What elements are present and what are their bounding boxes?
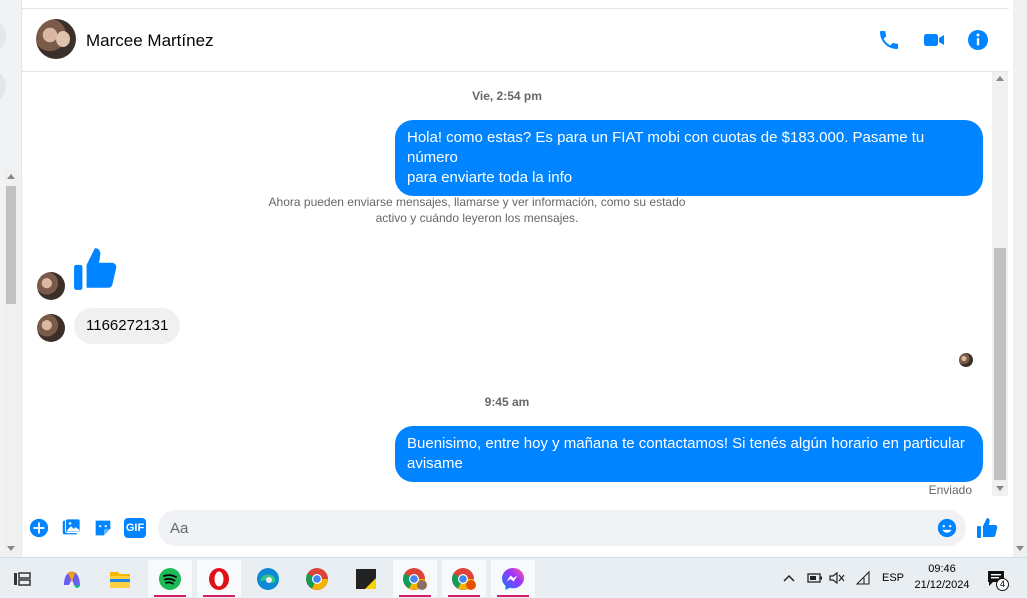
- timestamp: 9:45 am: [484, 395, 530, 409]
- spotify-icon[interactable]: [148, 560, 192, 597]
- conversation-avatar[interactable]: [0, 22, 6, 50]
- notification-center-button[interactable]: 4: [986, 568, 1009, 591]
- conversation-list-scrollbar[interactable]: [4, 170, 18, 556]
- contact-avatar[interactable]: [36, 19, 76, 59]
- message-line: para enviarte toda la info: [407, 169, 573, 186]
- system-notice-line: Ahora pueden enviarse mensajes, llamarse…: [268, 195, 686, 209]
- message-input[interactable]: [170, 510, 930, 546]
- contact-avatar-small[interactable]: [37, 272, 65, 300]
- composer-bar: GIF: [22, 502, 1009, 556]
- contact-name[interactable]: Marcee Martínez: [86, 31, 214, 51]
- conversation-list-edge: [0, 0, 22, 557]
- scroll-thumb[interactable]: [994, 248, 1006, 480]
- edge-icon[interactable]: [246, 560, 290, 597]
- system-clock[interactable]: 09:46 21/12/2024: [906, 561, 978, 593]
- image-icon[interactable]: [60, 517, 82, 539]
- scroll-down-arrow[interactable]: [7, 546, 15, 551]
- message-line: Buenisimo, entre hoy y mañana te contact…: [407, 435, 965, 452]
- active-indicator: [154, 595, 186, 597]
- network-icon[interactable]: [855, 571, 871, 585]
- chat-header: Marcee Martínez: [22, 8, 1009, 72]
- contact-avatar-small[interactable]: [37, 314, 65, 342]
- page-scrollbar[interactable]: [1013, 0, 1027, 557]
- chrome-icon[interactable]: [295, 560, 339, 597]
- chrome-profile-1-icon[interactable]: [393, 560, 437, 597]
- timestamp: Vie, 2:54 pm: [472, 89, 542, 103]
- outgoing-message[interactable]: Buenisimo, entre hoy y mañana te contact…: [395, 426, 983, 482]
- message-line: avisame: [407, 455, 463, 472]
- video-camera-icon[interactable]: [922, 28, 946, 52]
- system-notice: Ahora pueden enviarse mensajes, llamarse…: [0, 194, 962, 226]
- task-view-icon[interactable]: [0, 560, 44, 597]
- battery-icon[interactable]: [805, 571, 823, 585]
- outgoing-message[interactable]: Hola! como estas? Es para un FIAT mobi c…: [395, 120, 983, 196]
- active-indicator: [203, 595, 235, 597]
- incoming-message[interactable]: 1166272131: [74, 308, 181, 344]
- messenger-icon[interactable]: [491, 560, 535, 597]
- emoji-icon[interactable]: [936, 517, 958, 539]
- notification-count-badge: 4: [996, 578, 1009, 591]
- show-hidden-icons-chevron-icon[interactable]: [782, 572, 796, 584]
- volume-muted-icon[interactable]: [828, 571, 846, 585]
- sent-status: Enviado: [928, 483, 972, 497]
- gif-button[interactable]: GIF: [124, 518, 146, 538]
- windows-taskbar: ESP 09:46 21/12/2024 4: [0, 557, 1027, 598]
- copilot-icon[interactable]: [50, 560, 94, 597]
- messenger-window: Marcee Martínez Vie, 2:54 pm Hola! como …: [0, 0, 1027, 598]
- input-language[interactable]: ESP: [882, 572, 904, 584]
- plus-icon[interactable]: [28, 517, 50, 539]
- system-notice-line: activo y cuándo leyeron los mensajes.: [375, 211, 579, 225]
- phone-icon[interactable]: [877, 28, 901, 52]
- message-input-box[interactable]: [158, 510, 966, 546]
- file-explorer-icon[interactable]: [98, 560, 142, 597]
- sticky-notes-icon[interactable]: [344, 560, 388, 597]
- scroll-down-arrow[interactable]: [1016, 546, 1024, 551]
- seen-receipt-avatar: [959, 353, 973, 367]
- clock-time: 09:46: [928, 563, 956, 575]
- scroll-up-arrow[interactable]: [996, 76, 1004, 81]
- opera-icon[interactable]: [197, 560, 241, 597]
- active-indicator: [399, 595, 431, 597]
- thumbs-up-icon[interactable]: [72, 244, 122, 294]
- active-indicator: [497, 595, 529, 597]
- info-icon[interactable]: [966, 28, 990, 52]
- like-icon[interactable]: [976, 516, 1000, 540]
- message-line: Hola! como estas? Es para un FIAT mobi c…: [407, 129, 925, 166]
- sticker-icon[interactable]: [92, 517, 114, 539]
- clock-date: 21/12/2024: [914, 579, 970, 591]
- scroll-down-arrow[interactable]: [996, 486, 1004, 491]
- scroll-up-arrow[interactable]: [7, 174, 15, 179]
- active-indicator: [448, 595, 480, 597]
- chrome-profile-2-icon[interactable]: [442, 560, 486, 597]
- conversation-avatar[interactable]: [0, 72, 6, 100]
- message-list-scrollbar[interactable]: [992, 72, 1008, 496]
- message-list[interactable]: Vie, 2:54 pm Hola! como estas? Es para u…: [22, 72, 992, 502]
